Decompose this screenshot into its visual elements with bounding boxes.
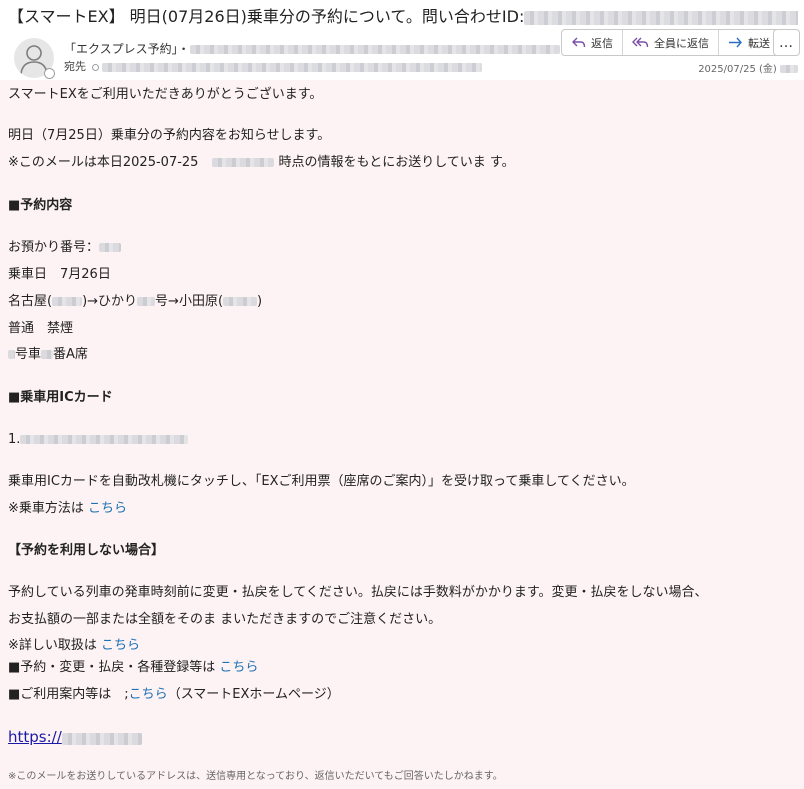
info-suffix: 時点の情報をもとにお送りしていま す。 bbox=[278, 155, 515, 170]
redacted-arrival-time bbox=[223, 297, 258, 306]
ride-method-line: ※乗車方法は こちら bbox=[8, 500, 127, 518]
change-prefix: ■予約・変更・払戻・各種登録等は bbox=[8, 660, 220, 675]
section-no-use-heading: 【予約を利用しない場合】 bbox=[8, 543, 165, 558]
sender-name: 「エクスプレス予約」 bbox=[64, 42, 178, 56]
footer-notice: ※このメールをお送りしているアドレスは、送信専用となっており、返信いただいてもご… bbox=[8, 771, 503, 782]
route-train: )→ひかり bbox=[82, 294, 138, 309]
details-link[interactable]: こちら bbox=[101, 638, 140, 653]
reply-label: 返信 bbox=[591, 36, 613, 50]
reply-all-button[interactable]: 全員に返信 bbox=[623, 30, 719, 55]
redacted-ic-card-number bbox=[20, 435, 189, 444]
guide-prefix: ■ご利用案内等は ; bbox=[8, 687, 129, 702]
homepage-url[interactable]: https:// bbox=[8, 728, 62, 746]
route-line: 名古屋( )→ひかり 号→小田原() bbox=[8, 293, 262, 311]
sender-line[interactable]: 「エクスプレス予約」・ bbox=[64, 42, 560, 56]
info-prefix: ※このメールは本日2025-07-25 bbox=[8, 155, 199, 170]
redacted-seat-number bbox=[41, 350, 54, 359]
route-to: 号→小田原( bbox=[155, 294, 224, 309]
redacted-recipients bbox=[102, 62, 482, 72]
details-prefix: ※詳しい取扱は bbox=[8, 638, 102, 653]
subject-line: 【スマートEX】 明日(07月26日)乗車分の予約について。問い合わせID: bbox=[8, 6, 798, 28]
redacted-sent-time bbox=[780, 65, 798, 73]
more-options-button[interactable]: … bbox=[773, 29, 800, 56]
reply-all-icon bbox=[632, 37, 649, 48]
seat-line: 号車 番A席 bbox=[8, 346, 88, 364]
recipients-line: 宛先 bbox=[64, 60, 482, 74]
guide-suffix: （スマートEXホームページ） bbox=[167, 687, 340, 702]
cancel-line-2: お支払額の一部または全額をそのま まいただきますのでご注意ください。 bbox=[8, 612, 442, 627]
route-end: ) bbox=[257, 294, 263, 309]
sent-date-value: 2025/07/25 (金) bbox=[698, 64, 777, 75]
redacted-url-domain bbox=[61, 732, 142, 745]
section-ic-heading: ■乗車用ICカード bbox=[8, 390, 113, 405]
guide-link[interactable]: こちら bbox=[129, 687, 168, 702]
subject-text: 【スマートEX】 明日(07月26日)乗車分の予約について。問い合わせID: bbox=[8, 7, 525, 26]
seat-class-line: 普通 禁煙 bbox=[8, 321, 74, 336]
reservation-number-line: お預かり番号： bbox=[8, 239, 122, 257]
forward-icon bbox=[729, 37, 742, 48]
redacted-train-number bbox=[137, 297, 156, 306]
change-line: ■予約・変更・払戻・各種登録等は こちら bbox=[8, 659, 258, 677]
reply-icon bbox=[572, 37, 586, 48]
ic-card-line: 1. bbox=[8, 431, 189, 449]
reply-all-label: 全員に返信 bbox=[654, 36, 709, 50]
ic-instruction-line: 乗車用ICカードを自動改札機にタッチし、「EXご利用票（座席のご案内）」を受け取… bbox=[8, 474, 635, 489]
presence-status-icon bbox=[44, 68, 55, 79]
recipients-label: 宛先 bbox=[64, 60, 86, 73]
message-header: 【スマートEX】 明日(07月26日)乗車分の予約について。問い合わせID: 「… bbox=[0, 0, 804, 80]
homepage-url-line[interactable]: https:// bbox=[8, 728, 142, 748]
greeting-line: スマートEXをご利用いただきありがとうございます。 bbox=[8, 87, 323, 102]
message-actions: 返信 全員に返信 転送 bbox=[561, 29, 780, 56]
seat-suffix: 番A席 bbox=[53, 347, 88, 362]
redacted-departure-time bbox=[52, 297, 83, 306]
redacted-inquiry-id bbox=[524, 10, 798, 25]
car-suffix: 号車 bbox=[15, 347, 42, 362]
forward-label: 転送 bbox=[748, 36, 770, 50]
redacted-sender-address bbox=[189, 45, 560, 54]
cancel-line-1: 予約している列車の発車時刻前に変更・払戻をしてください。払戻には手数料がかかりま… bbox=[8, 585, 708, 600]
sent-date: 2025/07/25 (金) bbox=[698, 60, 798, 75]
route-from: 名古屋( bbox=[8, 294, 53, 309]
section-reservation-heading: ■予約内容 bbox=[8, 198, 73, 213]
guide-line: ■ご利用案内等は ;こちら（スマートEXホームページ） bbox=[8, 686, 340, 704]
ride-date-line: 乗車日 7月26日 bbox=[8, 267, 111, 282]
recipient-status-icon bbox=[92, 63, 99, 71]
ride-method-prefix: ※乗車方法は bbox=[8, 501, 89, 516]
redacted-reservation-number bbox=[99, 243, 122, 252]
notice-line: 明日（7月25日）乗車分の予約内容をお知らせします。 bbox=[8, 128, 331, 143]
ride-method-link[interactable]: こちら bbox=[88, 501, 127, 516]
ic-card-index: 1. bbox=[8, 432, 21, 447]
reservation-number-label: お預かり番号： bbox=[8, 240, 100, 255]
redacted-car-number bbox=[8, 350, 15, 359]
forward-button[interactable]: 転送 bbox=[719, 30, 779, 55]
change-link[interactable]: こちら bbox=[219, 660, 258, 675]
reply-button[interactable]: 返信 bbox=[562, 30, 623, 55]
redacted-info-time bbox=[212, 158, 275, 167]
details-line: ※詳しい取扱は こちら bbox=[8, 637, 140, 655]
info-line: ※このメールは本日2025-07-25 時点の情報をもとにお送りしていま す。 bbox=[8, 154, 515, 172]
